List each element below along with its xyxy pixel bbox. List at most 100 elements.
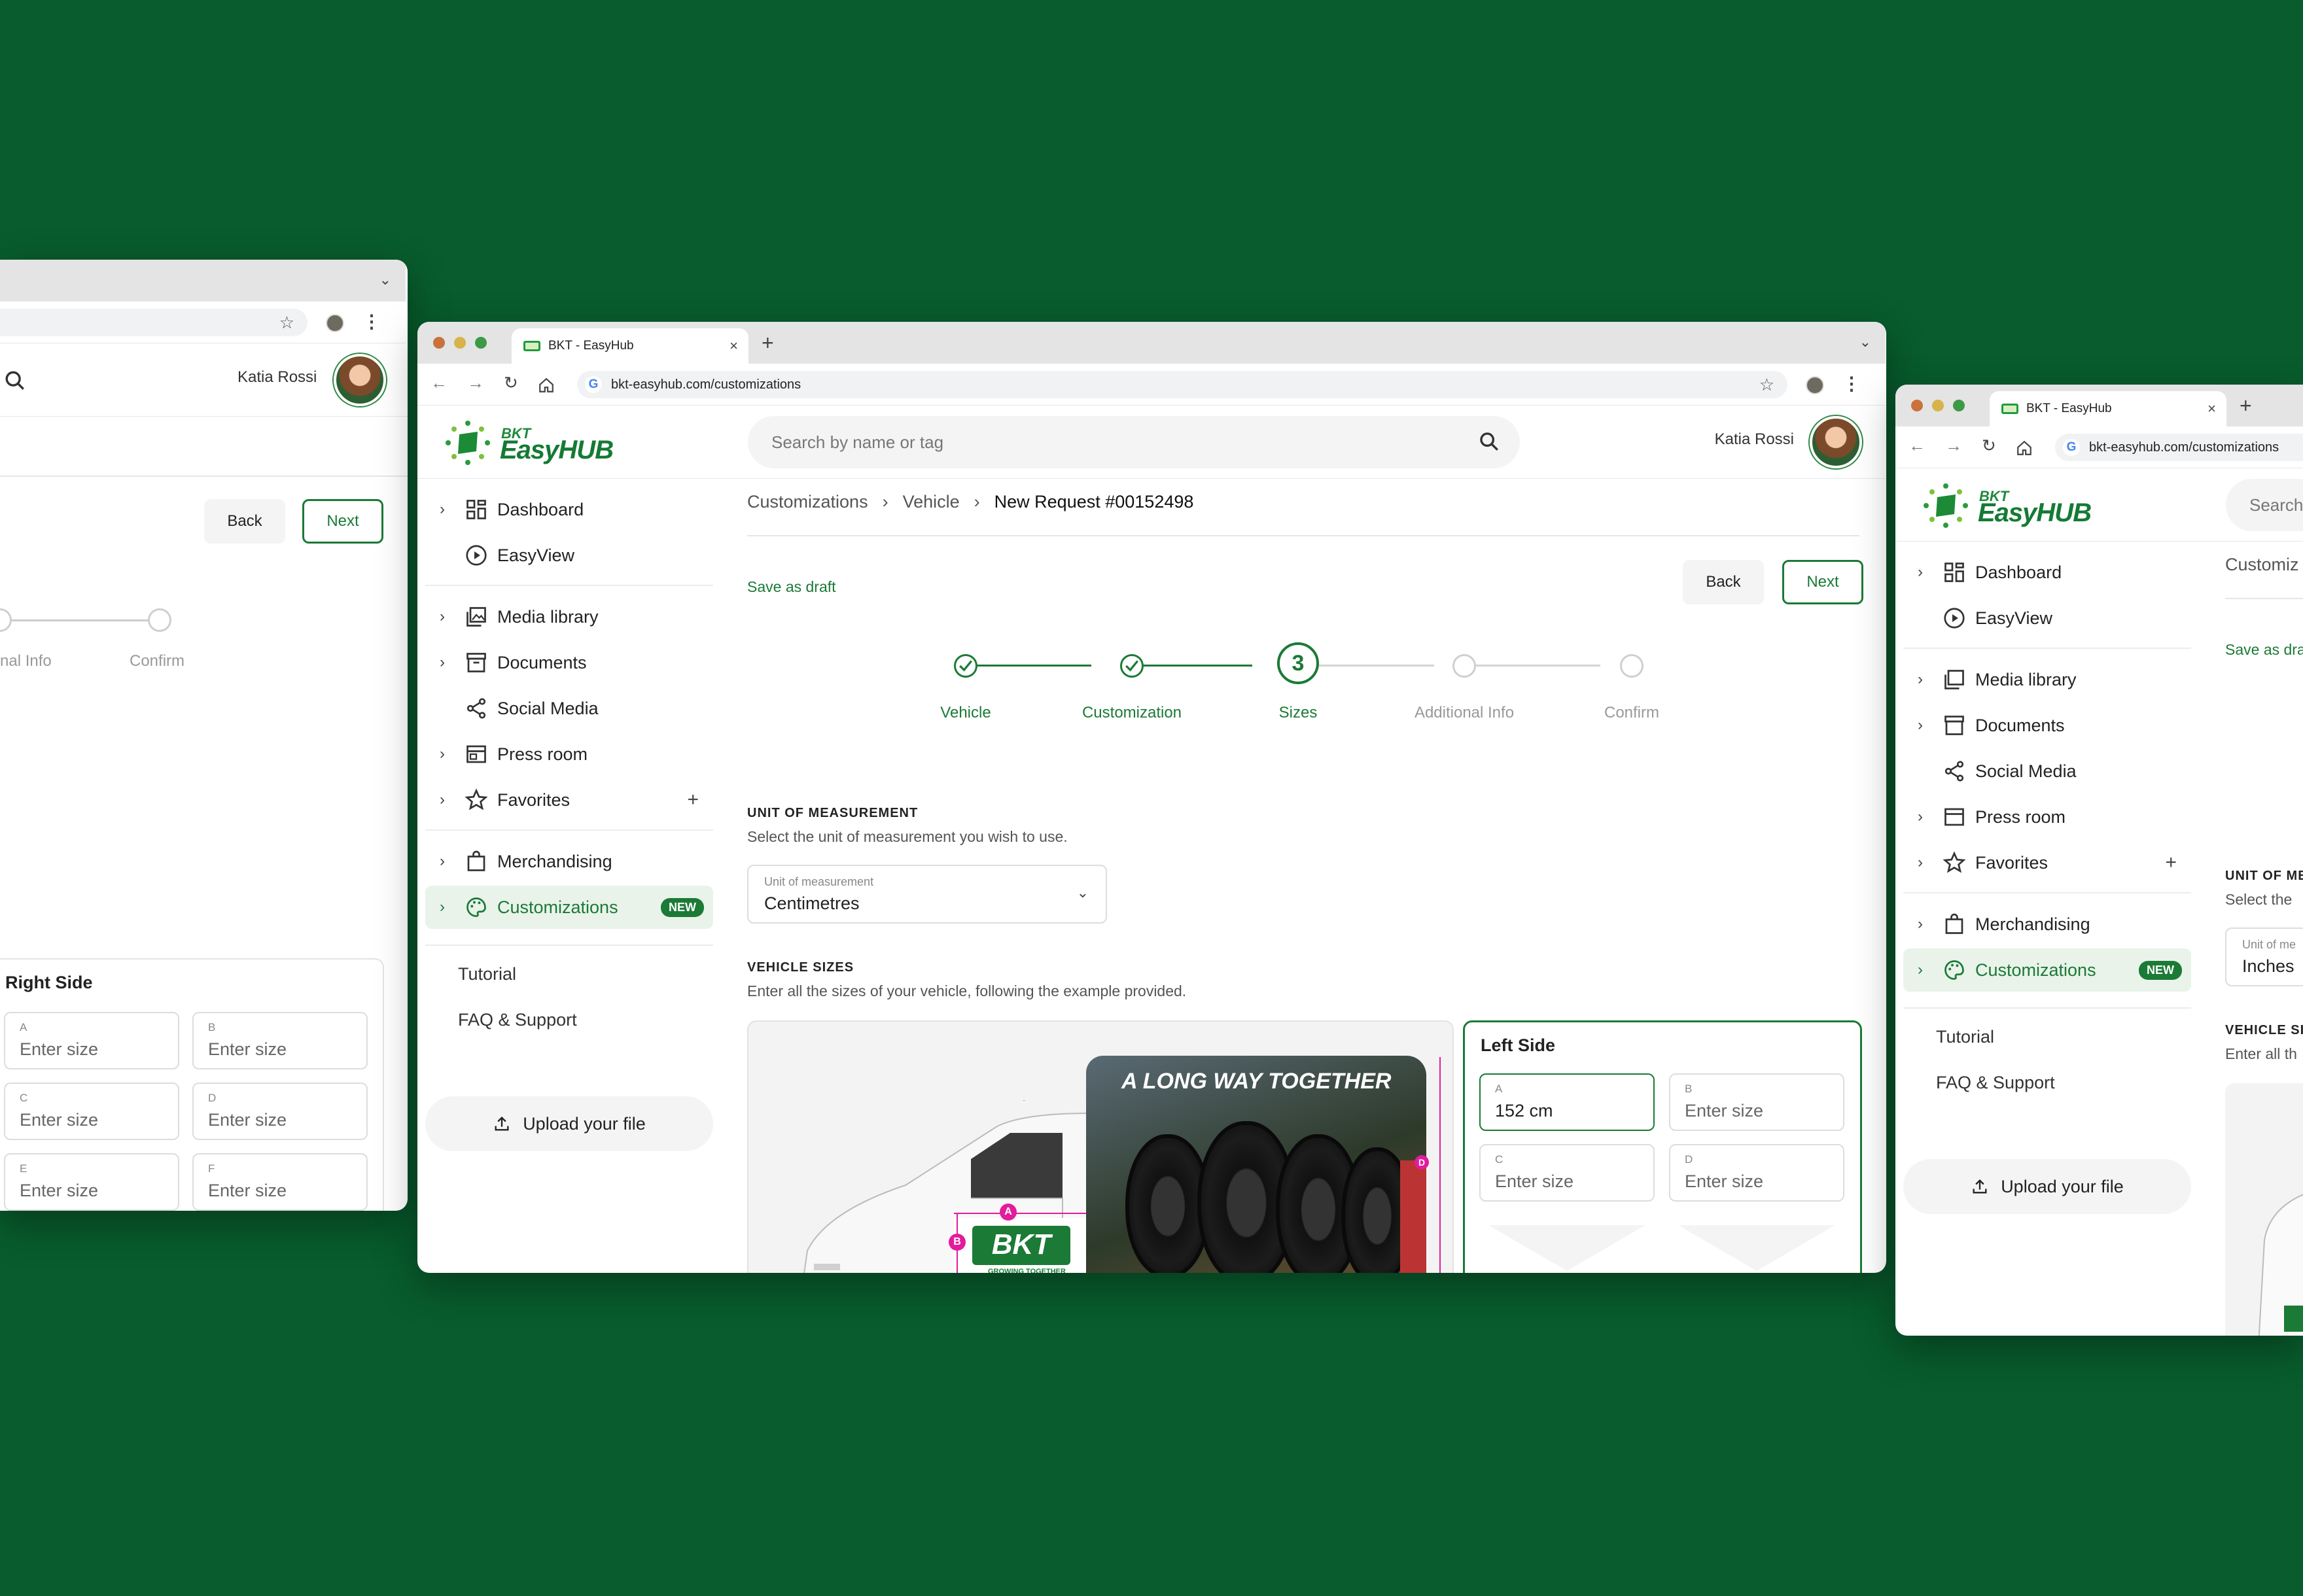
minimize-window-icon[interactable]: [454, 337, 466, 349]
size-field-d[interactable]: D Enter size: [192, 1083, 368, 1140]
sidebar-item-press-room[interactable]: › Press room: [1903, 795, 2191, 839]
close-window-icon[interactable]: [1911, 400, 1923, 411]
size-field-d[interactable]: D Enter size: [1669, 1144, 1844, 1202]
search-input[interactable]: Search by name or tag: [748, 416, 1520, 468]
address-bar[interactable]: G bkt-easyhub.com/customizations: [2055, 434, 2303, 461]
panel-title: Right Side: [5, 973, 93, 992]
tutorial-link[interactable]: Tutorial: [458, 964, 516, 984]
size-field-a[interactable]: A 152 cm: [1479, 1073, 1655, 1131]
address-bar[interactable]: ☆: [0, 309, 308, 336]
step-label-confirm: Confirm: [130, 652, 185, 670]
next-button[interactable]: Next: [302, 499, 383, 544]
sidebar-item-customizations[interactable]: › Customizations NEW: [1903, 948, 2191, 992]
field-key: B: [208, 1021, 216, 1033]
size-field-c[interactable]: C Enter size: [4, 1083, 179, 1140]
sidebar-item-documents[interactable]: › Documents: [1903, 704, 2191, 747]
sizes-subtitle: Enter all the sizes of your vehicle, fol…: [747, 982, 1187, 999]
save-draft-link[interactable]: Save as dra: [2225, 641, 2303, 659]
sidebar-item-social-media[interactable]: Social Media: [1903, 750, 2191, 793]
size-field-a[interactable]: A Enter size: [4, 1012, 179, 1069]
sidebar-item-easyview[interactable]: EasyView: [425, 534, 713, 577]
close-window-icon[interactable]: [433, 337, 445, 349]
sidebar-item-easyview[interactable]: EasyView: [1903, 597, 2191, 640]
sidebar-item-label: Social Media: [497, 698, 599, 718]
avatar[interactable]: [1810, 416, 1862, 468]
sidebar: › Dashboard EasyView › Media library › D…: [1895, 542, 2196, 1336]
add-favorite-icon[interactable]: +: [687, 789, 699, 811]
minimize-window-icon[interactable]: [1932, 400, 1944, 411]
home-icon[interactable]: [2016, 440, 2033, 457]
menu-kebab-icon[interactable]: ⋮: [1842, 373, 1861, 394]
sidebar-item-documents[interactable]: › Documents: [425, 641, 713, 684]
faq-support-link[interactable]: FAQ & Support: [458, 1010, 577, 1030]
bookmark-star-icon[interactable]: ☆: [1759, 375, 1774, 395]
sidebar-item-merchandising[interactable]: › Merchandising: [425, 840, 713, 883]
size-field-c[interactable]: C Enter size: [1479, 1144, 1655, 1202]
size-field-b[interactable]: B Enter size: [1669, 1073, 1844, 1131]
profile-icon[interactable]: [326, 314, 344, 332]
sidebar-item-press-room[interactable]: › Press room: [425, 733, 713, 776]
banner-slogan: A LONG WAY TOGETHER: [1121, 1069, 1392, 1094]
size-field-b[interactable]: B Enter size: [192, 1012, 368, 1069]
search-icon[interactable]: [1478, 430, 1500, 453]
breadcrumb[interactable]: Customiz: [2225, 555, 2299, 575]
easyhub-logo[interactable]: BKT EasyHUB: [1923, 481, 2100, 531]
sidebar-item-customizations[interactable]: › Customizations NEW: [425, 886, 713, 929]
address-bar[interactable]: G bkt-easyhub.com/customizations ☆: [577, 371, 1787, 398]
tutorial-link[interactable]: Tutorial: [1936, 1027, 1994, 1047]
sidebar-item-dashboard[interactable]: › Dashboard: [1903, 551, 2191, 594]
unit-select[interactable]: Unit of measurement Centimetres ⌄: [747, 865, 1107, 924]
maximize-window-icon[interactable]: [1953, 400, 1965, 411]
chevron-right-icon: ›: [1918, 854, 1923, 871]
back-arrow-icon[interactable]: ←: [1908, 436, 1925, 456]
sidebar-item-merchandising[interactable]: › Merchandising: [1903, 903, 2191, 946]
menu-kebab-icon[interactable]: ⋮: [362, 311, 381, 332]
browser-tab[interactable]: BKT - EasyHub ×: [512, 328, 748, 364]
new-tab-icon[interactable]: +: [762, 331, 774, 355]
home-icon[interactable]: [538, 377, 555, 394]
unit-select[interactable]: Unit of me Inches: [2225, 928, 2303, 986]
bookmark-star-icon[interactable]: ☆: [279, 313, 294, 333]
sidebar-item-favorites[interactable]: › Favorites +: [1903, 841, 2191, 884]
forward-arrow-icon[interactable]: →: [1945, 436, 1962, 456]
upload-file-button[interactable]: Upload your file: [425, 1096, 713, 1151]
sidebar-item-media-library[interactable]: › Media library: [425, 595, 713, 638]
sidebar-item-social-media[interactable]: Social Media: [425, 687, 713, 730]
sidebar-item-favorites[interactable]: › Favorites +: [425, 778, 713, 822]
search-input[interactable]: Search: [2226, 479, 2303, 531]
step-customization-check-icon[interactable]: [1120, 654, 1144, 678]
next-button[interactable]: Next: [1782, 560, 1863, 604]
back-arrow-icon[interactable]: ←: [431, 373, 448, 393]
dimension-line-a: [954, 1213, 1086, 1214]
new-tab-icon[interactable]: +: [2240, 394, 2252, 418]
close-tab-icon[interactable]: ×: [2207, 400, 2216, 417]
breadcrumb-vehicle[interactable]: Vehicle: [903, 492, 960, 512]
step-label-customization: Customization: [1081, 704, 1182, 721]
reload-icon[interactable]: ↻: [1982, 436, 1996, 456]
search-icon[interactable]: [4, 370, 26, 392]
size-field-f[interactable]: F Enter size: [192, 1153, 368, 1211]
sidebar-item-label: Media library: [1975, 669, 2077, 689]
browser-tab[interactable]: BKT - EasyHub ×: [1990, 391, 2226, 426]
easyhub-logo[interactable]: BKT EasyHUB: [445, 419, 622, 468]
sidebar: › Dashboard EasyView › Media library › D…: [417, 479, 718, 1273]
size-field-e[interactable]: E Enter size: [4, 1153, 179, 1211]
tab-list-chevron-icon[interactable]: ⌄: [379, 271, 391, 288]
back-button[interactable]: Back: [204, 499, 285, 544]
step-vehicle-check-icon[interactable]: [954, 654, 977, 678]
maximize-window-icon[interactable]: [475, 337, 487, 349]
add-favorite-icon[interactable]: +: [2165, 852, 2177, 874]
reload-icon[interactable]: ↻: [504, 373, 518, 393]
breadcrumb-customizations[interactable]: Customizations: [747, 492, 868, 512]
upload-file-button[interactable]: Upload your file: [1903, 1159, 2191, 1214]
save-draft-link[interactable]: Save as draft: [747, 578, 836, 596]
avatar[interactable]: [334, 354, 386, 406]
close-tab-icon[interactable]: ×: [730, 338, 738, 355]
tab-list-chevron-icon[interactable]: ⌄: [1859, 334, 1871, 351]
sidebar-item-media-library[interactable]: › Media library: [1903, 658, 2191, 701]
profile-icon[interactable]: [1806, 376, 1824, 394]
sidebar-item-dashboard[interactable]: › Dashboard: [425, 488, 713, 531]
faq-support-link[interactable]: FAQ & Support: [1936, 1073, 2055, 1093]
forward-arrow-icon[interactable]: →: [467, 373, 484, 393]
back-button[interactable]: Back: [1683, 560, 1764, 604]
